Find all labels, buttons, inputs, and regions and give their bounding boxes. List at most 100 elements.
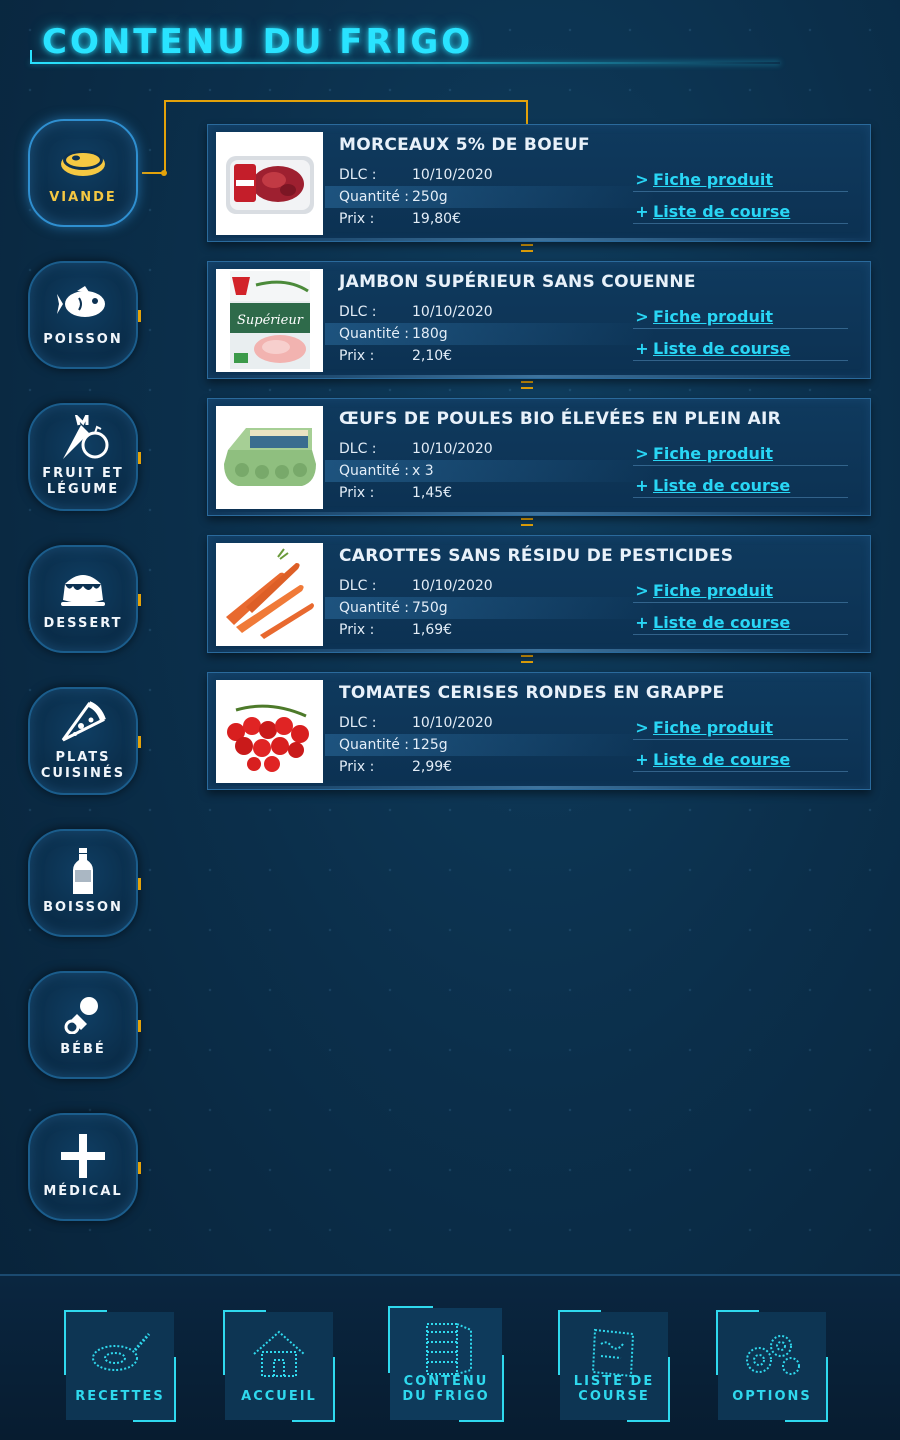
pacifier-icon: [56, 992, 110, 1036]
liste-de-course-link[interactable]: + Liste de course: [633, 337, 848, 361]
fridge-icon: [426, 1323, 472, 1375]
frame-edge: [716, 1310, 760, 1312]
price-label: Prix :: [339, 485, 375, 501]
category-dessert[interactable]: DESSERT: [28, 545, 138, 653]
frame-edge: [716, 1310, 718, 1375]
plus-icon: +: [635, 476, 649, 495]
liste-de-course-link[interactable]: + Liste de course: [633, 200, 848, 224]
frame-edge: [558, 1310, 602, 1312]
ham-pack-image[interactable]: Supérieur: [216, 269, 323, 372]
house-icon: [253, 1330, 305, 1377]
dlc-row: DLC : 10/10/2020: [325, 301, 655, 323]
category-medical[interactable]: MÉDICAL: [28, 1113, 138, 1221]
price-label: Prix :: [339, 759, 375, 775]
category-label: FRUIT ET LÉGUME: [42, 466, 124, 497]
chevron-right-icon: >: [635, 444, 649, 463]
category-label: DESSERT: [43, 616, 123, 631]
dlc-label: DLC :: [339, 578, 377, 594]
bottle-icon: [56, 848, 110, 894]
dlc-label: DLC :: [339, 304, 377, 320]
liste-de-course-link[interactable]: + Liste de course: [633, 474, 848, 498]
liste-de-course-link[interactable]: + Liste de course: [633, 748, 848, 772]
frame-edge: [291, 1420, 335, 1422]
category-plats-cuisines[interactable]: PLATS CUISINÉS: [28, 687, 138, 795]
category-label: PLATS CUISINÉS: [40, 750, 126, 781]
frame-edge: [826, 1357, 828, 1422]
frame-edge: [668, 1357, 670, 1422]
price-row: Prix : 1,69€: [325, 619, 655, 641]
svg-text:Supérieur: Supérieur: [237, 313, 304, 328]
nav-label: ACCUEIL: [241, 1389, 317, 1404]
frame-edge: [174, 1357, 176, 1422]
fruit-vegetable-icon: [56, 415, 110, 460]
fiche-produit-link[interactable]: > Fiche produit: [633, 305, 848, 329]
category-boisson[interactable]: BOISSON: [28, 829, 138, 937]
plus-icon: +: [635, 613, 649, 632]
dlc-label: DLC :: [339, 441, 377, 457]
quantity-label: Quantité :: [339, 463, 409, 479]
beef-pack-image[interactable]: [216, 132, 323, 235]
gears-icon: [746, 1335, 800, 1375]
category-tick: [138, 736, 141, 748]
category-viande[interactable]: VIANDE: [28, 119, 138, 227]
nav-contenu-du-frigo[interactable]: CONTENU DU FRIGO: [388, 1306, 504, 1422]
egg-box-image[interactable]: [216, 406, 323, 509]
frame-edge: [64, 1310, 66, 1375]
product-card: TOMATES CERISES RONDES EN GRAPPE DLC : 10…: [207, 672, 871, 790]
nav-label: CONTENU DU FRIGO: [402, 1374, 490, 1404]
frame-edge: [388, 1306, 433, 1308]
category-tick: [138, 878, 141, 890]
chevron-right-icon: >: [635, 170, 649, 189]
note-icon: [591, 1328, 635, 1378]
dlc-row: DLC : 10/10/2020: [325, 712, 655, 734]
category-tick: [138, 594, 141, 606]
chevron-right-icon: >: [635, 307, 649, 326]
category-label: POISSON: [43, 332, 123, 347]
fiche-produit-link[interactable]: > Fiche produit: [633, 168, 848, 192]
dlc-row: DLC : 10/10/2020: [325, 164, 655, 186]
carrots-image[interactable]: [216, 543, 323, 646]
frame-edge: [333, 1357, 335, 1422]
fiche-produit-link[interactable]: > Fiche produit: [633, 579, 848, 603]
nav-liste-de-course[interactable]: LISTE DE COURSE: [558, 1310, 670, 1422]
quantity-label: Quantité :: [339, 737, 409, 753]
quantity-value: 125g: [412, 737, 448, 753]
dlc-value: 10/10/2020: [412, 578, 493, 594]
category-tick: [138, 310, 141, 322]
frame-edge: [459, 1420, 504, 1422]
bottom-nav: RECETTES ACCUEIL CONTENU DU FRIGO LISTE …: [0, 1274, 900, 1440]
frame-edge: [388, 1306, 390, 1374]
cherry-tomatoes-image[interactable]: [216, 680, 323, 783]
liste-de-course-link[interactable]: + Liste de course: [633, 611, 848, 635]
dlc-label: DLC :: [339, 715, 377, 731]
nav-recettes[interactable]: RECETTES: [64, 1310, 176, 1422]
nav-label: RECETTES: [75, 1389, 165, 1404]
quantity-row: Quantité :750g: [325, 597, 655, 619]
price-label: Prix :: [339, 622, 375, 638]
price-value: 2,99€: [412, 759, 453, 775]
category-label: MÉDICAL: [43, 1184, 123, 1199]
quantity-label: Quantité :: [339, 189, 409, 205]
dessert-icon: [56, 566, 110, 610]
quantity-value: x 3: [412, 463, 434, 479]
chevron-right-icon: >: [635, 581, 649, 600]
price-value: 19,80€: [412, 211, 461, 227]
fiche-produit-link[interactable]: > Fiche produit: [633, 442, 848, 466]
frame-edge: [558, 1310, 560, 1375]
dlc-value: 10/10/2020: [412, 715, 493, 731]
price-label: Prix :: [339, 348, 375, 364]
price-value: 2,10€: [412, 348, 453, 364]
category-label: BOISSON: [43, 900, 123, 915]
category-poisson[interactable]: POISSON: [28, 261, 138, 369]
quantity-value: 250g: [412, 189, 448, 205]
card-connector: [521, 518, 533, 526]
category-bebe[interactable]: BÉBÉ: [28, 971, 138, 1079]
category-fruit-legume[interactable]: FRUIT ET LÉGUME: [28, 403, 138, 511]
product-name: ŒUFS DE POULES BIO ÉLEVÉES EN PLEIN AIR: [339, 409, 782, 429]
product-name: JAMBON SUPÉRIEUR SANS COUENNE: [339, 272, 696, 292]
product-name: MORCEAUX 5% DE BOEUF: [339, 135, 590, 155]
nav-options[interactable]: OPTIONS: [716, 1310, 828, 1422]
fiche-produit-link[interactable]: > Fiche produit: [633, 716, 848, 740]
nav-accueil[interactable]: ACCUEIL: [223, 1310, 335, 1422]
price-value: 1,69€: [412, 622, 453, 638]
